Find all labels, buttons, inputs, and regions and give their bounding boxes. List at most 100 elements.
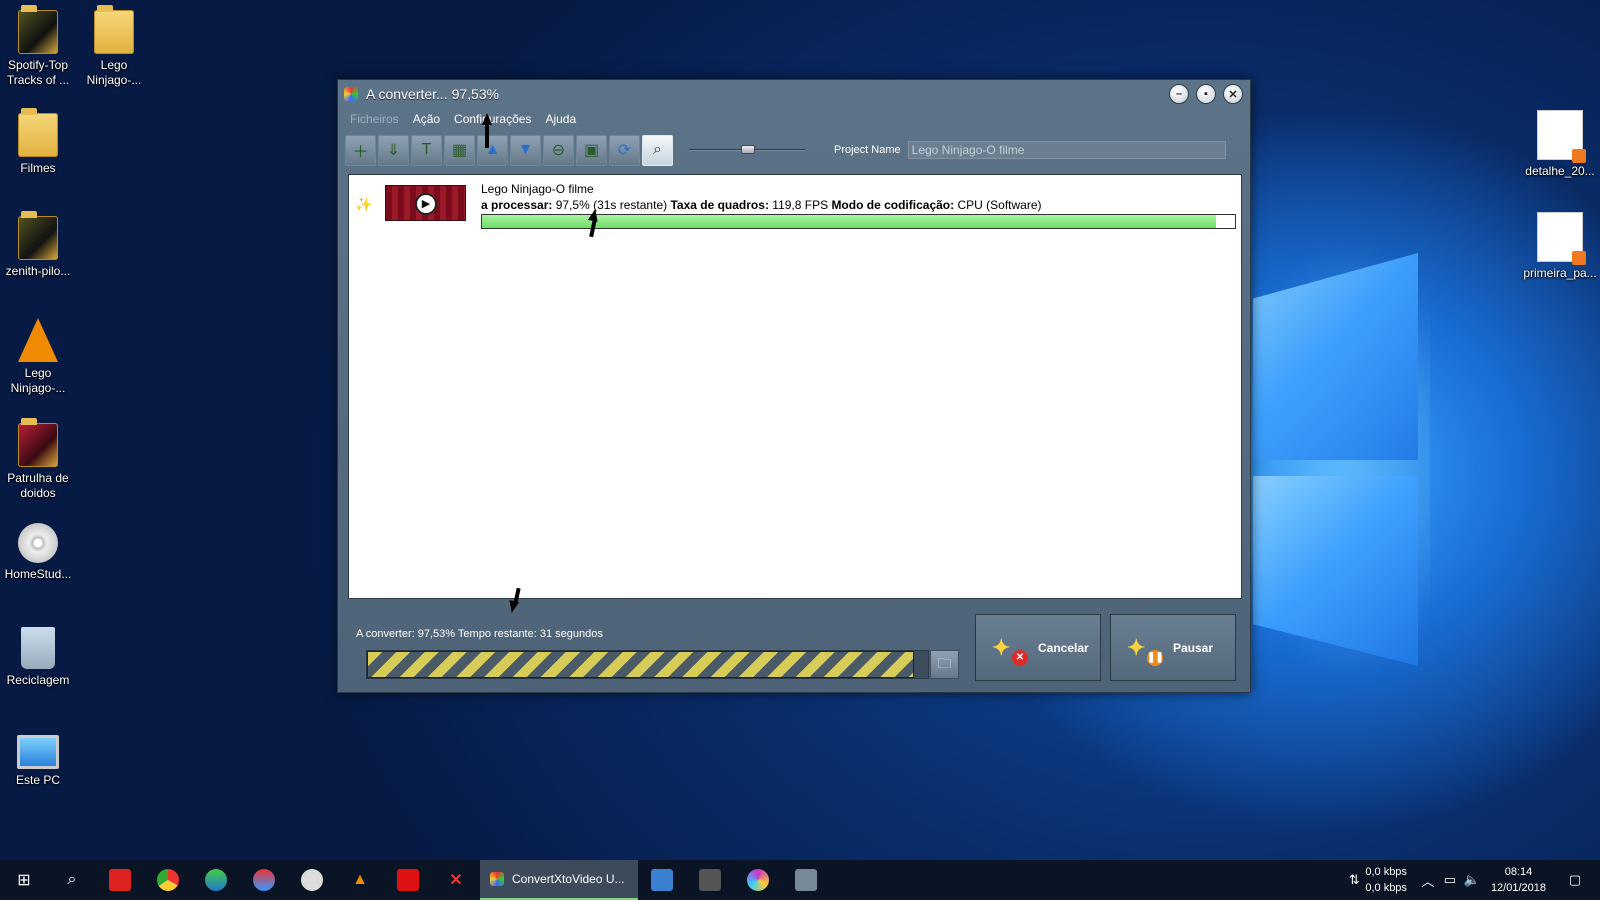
slider-thumb[interactable] [741, 145, 755, 154]
taskbar-app-window[interactable] [638, 860, 686, 900]
menu-configuracoes[interactable]: Configurações [454, 112, 531, 126]
cancel-button[interactable]: ✦ ✕ Cancelar [975, 614, 1101, 681]
table-button[interactable]: ▦ [444, 134, 475, 166]
desktop-icon-homestudio[interactable]: HomeStud... [0, 523, 76, 582]
status-label: a processar: [481, 198, 553, 212]
folder-icon [18, 108, 58, 157]
desktop-icon-este-pc[interactable]: Este PC [0, 735, 76, 788]
desktop-icon-label: zenith-pilo... [5, 264, 71, 278]
convertxtovideo-window: A converter... 97,53% – ▪ ✕ Ficheiros Aç… [337, 79, 1251, 693]
video-thumbnail[interactable]: ▶ [385, 185, 466, 221]
convert-button[interactable]: ⟳ [609, 134, 640, 166]
desktop-icon-spotify[interactable]: Spotify-Top Tracks of ... [0, 5, 76, 88]
desktop-icon-reciclagem[interactable]: Reciclagem [0, 627, 76, 688]
add-file-icon: ＋ [352, 144, 369, 161]
wand-icon: ✦ ❚❚ [1127, 626, 1167, 670]
preview-button[interactable]: ▣ [576, 134, 607, 166]
desktop-icon-primeira[interactable]: primeira_pa... [1522, 212, 1598, 281]
taskbar-app-convertxtovideo[interactable]: ConvertXtoVideo U... [480, 860, 638, 900]
pause-icon: ❚❚ [1147, 649, 1164, 666]
text-button[interactable]: T [411, 134, 442, 166]
menu-ficheiros[interactable]: Ficheiros [350, 112, 399, 126]
close-button[interactable]: ✕ [1223, 84, 1243, 104]
notifications-icon[interactable]: ▢ [1564, 872, 1586, 888]
search-button[interactable]: ⌕ [642, 134, 673, 166]
computer-icon [17, 735, 59, 769]
pause-button[interactable]: ✦ ❚❚ Pausar [1110, 614, 1236, 681]
taskbar-app-media[interactable] [288, 860, 336, 900]
project-name-input[interactable] [907, 141, 1226, 159]
menu-acao[interactable]: Ação [413, 112, 440, 126]
maximize-button[interactable]: ▪ [1196, 84, 1216, 104]
preview-icon: ▣ [583, 142, 600, 159]
folder-icon [94, 5, 134, 54]
toolbar: ＋ ⇓ T ▦ ▲ ▼ ⊖ ▣ ⟳ ⌕ Project Name [338, 130, 1250, 170]
volume-icon[interactable]: 🔈 [1461, 872, 1483, 888]
x-app-icon: ✕ [449, 872, 463, 889]
taskbar-app-nero[interactable] [384, 860, 432, 900]
open-output-folder-button[interactable]: 🗀 [930, 650, 959, 679]
move-up-button[interactable]: ▲ [477, 134, 508, 166]
zoom-slider[interactable] [689, 140, 805, 160]
add-file-button[interactable]: ＋ [345, 134, 376, 166]
time: 08:14 [1504, 866, 1533, 878]
desktop-icon-patrulha[interactable]: Patrulha de doidos [0, 418, 76, 501]
folder-image-icon [18, 211, 58, 260]
chrome-icon [157, 869, 179, 891]
search-icon: ⌕ [67, 871, 77, 888]
main-progress-fill [367, 651, 915, 678]
add-folder-icon: ⇓ [386, 142, 401, 159]
network-icon[interactable]: ▭ [1439, 872, 1461, 888]
main-progress-bar [366, 650, 929, 679]
move-down-button[interactable]: ▼ [510, 134, 541, 166]
net-up: 0,0 kbps [1365, 882, 1407, 894]
title-bar[interactable]: A converter... 97,53% – ▪ ✕ [338, 80, 1250, 108]
desktop-icon-label: Patrulha de doidos [7, 471, 69, 500]
network-speed[interactable]: 0,0 kbps 0,0 kbps [1365, 864, 1407, 896]
desktop-icon-lego-vlc[interactable]: Lego Ninjago-... [0, 318, 76, 396]
minimize-button[interactable]: – [1169, 84, 1189, 104]
taskbar-active-label: ConvertXtoVideo U... [512, 872, 625, 886]
taskbar-app-film[interactable] [686, 860, 734, 900]
desktop-icon-zenith[interactable]: zenith-pilo... [0, 211, 76, 279]
recycle-bin-icon [21, 627, 55, 669]
document-icon [1537, 212, 1586, 265]
taskbar-app-ccleaner[interactable] [96, 860, 144, 900]
taskbar-app-clapper[interactable] [782, 860, 830, 900]
taskbar-app-globe[interactable] [192, 860, 240, 900]
bottom-panel: A converter: 97,53% Tempo restante: 31 s… [348, 608, 1242, 684]
chevron-up-icon[interactable]: ︿ [1417, 871, 1439, 890]
folder-image-icon [18, 5, 58, 54]
encoding-label: Modo de codificação: [831, 198, 955, 212]
encoding-value: CPU (Software) [957, 198, 1042, 212]
list-item[interactable]: ✨ ▶ Lego Ninjago-O filme a processar: 97… [355, 181, 1236, 229]
desktop-icon-label: Este PC [15, 773, 60, 787]
taskbar-app-chrome[interactable] [144, 860, 192, 900]
desktop-icon-detalhe[interactable]: detalhe_20... [1522, 110, 1598, 179]
taskbar: ⊞ ⌕ ▲ ✕ ConvertXtoVideo U... ⇅ 0,0 kbps … [0, 860, 1600, 900]
conversion-list: ✨ ▶ Lego Ninjago-O filme a processar: 97… [348, 174, 1242, 599]
add-folder-button[interactable]: ⇓ [378, 134, 409, 166]
start-button[interactable]: ⊞ [0, 860, 48, 900]
desktop-icon-label: detalhe_20... [1525, 164, 1595, 178]
search-button[interactable]: ⌕ [48, 860, 96, 900]
clock[interactable]: 08:14 12/01/2018 [1491, 864, 1546, 896]
status-value: 97,5% (31s restante) [555, 198, 668, 212]
play-icon[interactable]: ▶ [415, 193, 437, 215]
desktop-icon-filmes[interactable]: Filmes [0, 108, 76, 176]
framerate-value: 119,8 FPS [772, 198, 829, 212]
remove-button[interactable]: ⊖ [543, 134, 574, 166]
taskbar-app-x[interactable]: ✕ [432, 860, 480, 900]
document-icon [1537, 110, 1586, 163]
folder-icon: 🗀 [937, 654, 952, 671]
taskbar-app-vlc[interactable]: ▲ [336, 860, 384, 900]
desktop-icon-label: Spotify-Top Tracks of ... [6, 58, 70, 87]
framerate-label: Taxa de quadros: [670, 198, 769, 212]
vlc-icon: ▲ [352, 871, 368, 888]
taskbar-app-ccleaner-2[interactable] [240, 860, 288, 900]
desktop-icon-label: Reciclagem [6, 673, 70, 687]
desktop-icon-lego-folder[interactable]: Lego Ninjago-... [76, 5, 152, 88]
cancel-label: Cancelar [1038, 640, 1089, 655]
taskbar-app-colorful[interactable] [734, 860, 782, 900]
menu-ajuda[interactable]: Ajuda [545, 112, 576, 126]
